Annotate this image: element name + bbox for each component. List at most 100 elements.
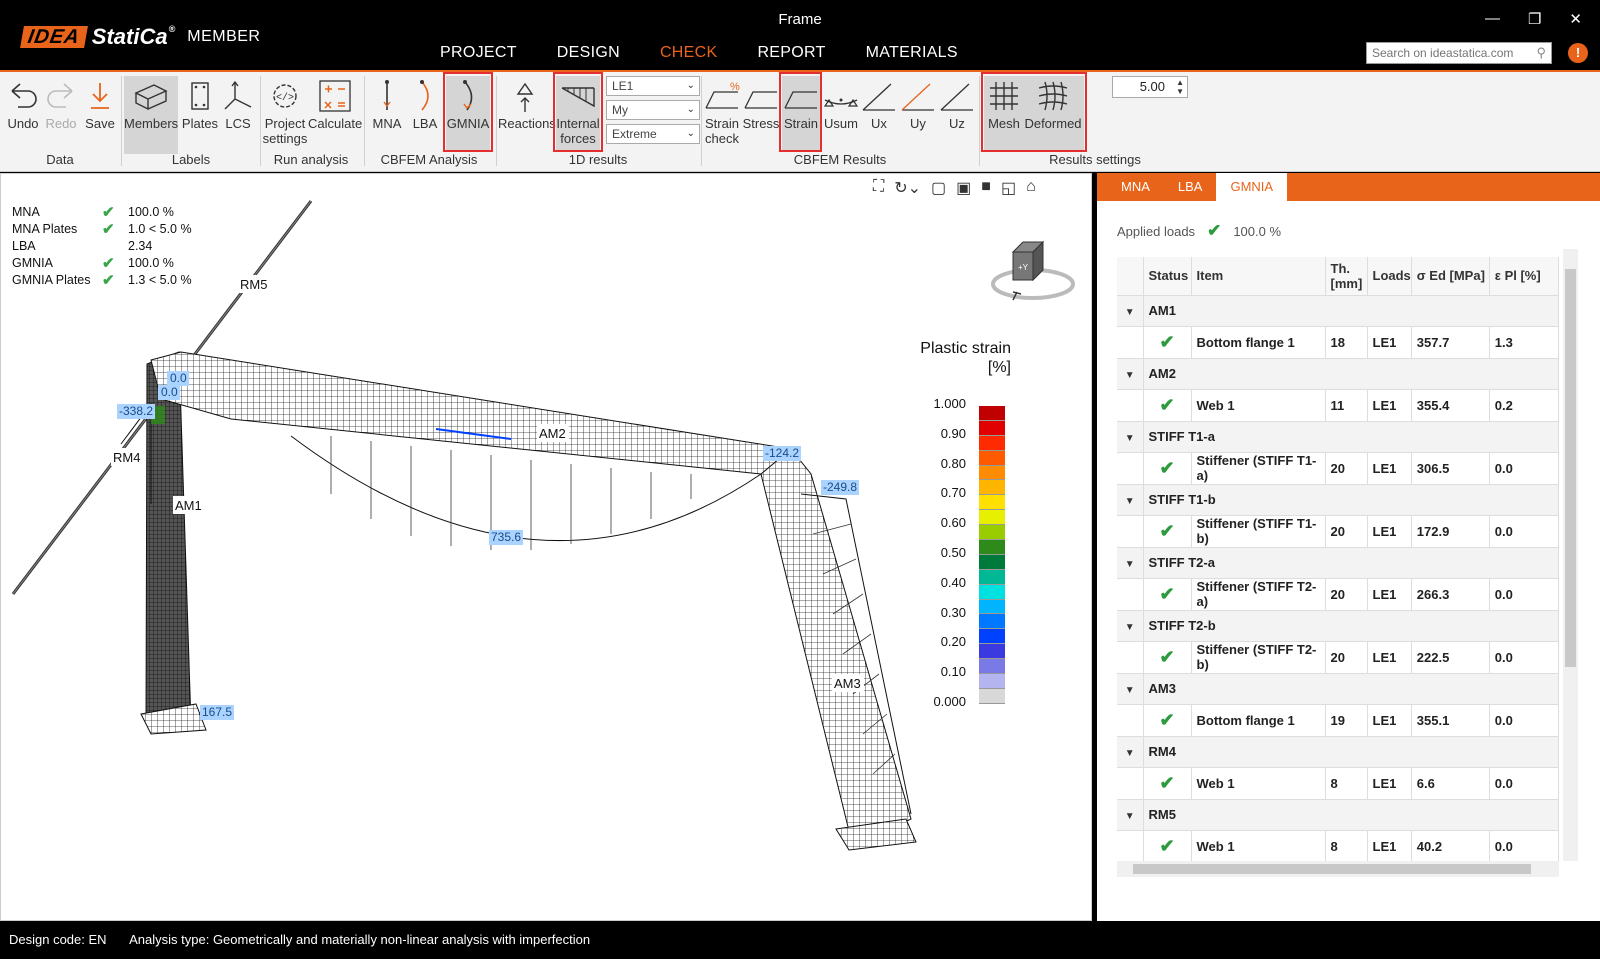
col-thickness[interactable]: Th. [mm] (1325, 257, 1368, 296)
home-view-icon[interactable]: ⌂ (1026, 178, 1036, 198)
uz-icon (940, 83, 973, 111)
table-group-row[interactable]: ▼ AM2 (1117, 358, 1559, 390)
table-row[interactable]: ✔ Stiffener (STIFF T1-b) 20 LE1 172.9 0.0 (1117, 515, 1559, 548)
cell-thickness: 20 (1325, 515, 1368, 548)
cell-item: Stiffener (STIFF T1-a) (1191, 452, 1326, 485)
mna-button[interactable]: MNA (368, 76, 406, 156)
extreme-select[interactable]: Extreme ⌄ (606, 124, 700, 144)
scrollbar-thumb[interactable] (1565, 269, 1576, 667)
table-row[interactable]: ✔ Bottom flange 1 19 LE1 355.1 0.0 (1117, 704, 1559, 737)
table-group-row[interactable]: ▼ STIFF T2-a (1117, 547, 1559, 579)
cell-stress: 306.5 (1411, 452, 1490, 485)
close-button[interactable]: ✕ (1569, 10, 1582, 28)
expand-toggle[interactable]: ▼ (1117, 736, 1144, 768)
legend-tick-label: 0.80 (940, 455, 966, 471)
table-group-row[interactable]: ▼ AM3 (1117, 673, 1559, 705)
solid-view-icon[interactable]: ■ (981, 178, 991, 198)
tab-mna[interactable]: MNA (1107, 173, 1164, 201)
expand-toggle[interactable]: ▼ (1117, 547, 1144, 579)
view-cube-icon[interactable]: +Y (991, 234, 1075, 304)
chevron-down-icon: ⌄ (686, 128, 695, 139)
wireframe-view-icon[interactable]: ▢ (931, 178, 946, 198)
table-row[interactable]: ✔ Web 1 11 LE1 355.4 0.2 (1117, 389, 1559, 422)
table-group-row[interactable]: ▼ STIFF T1-b (1117, 484, 1559, 516)
menu-report[interactable]: REPORT (737, 38, 845, 73)
search-input[interactable] (1367, 43, 1527, 63)
cell-item: Stiffener (STIFF T1-b) (1191, 515, 1326, 548)
group-name: STIFF T2-a (1143, 547, 1559, 579)
col-plastic-strain[interactable]: ε Pl [%] (1489, 257, 1559, 296)
window-controls: — ❐ ✕ (1485, 10, 1582, 28)
col-stress[interactable]: σ Ed [MPa] (1411, 257, 1490, 296)
stress-button[interactable]: Stress (742, 76, 780, 156)
rotate-view-icon[interactable]: ↻⌄ (894, 178, 921, 198)
menu-check[interactable]: CHECK (639, 38, 738, 73)
calculate-button[interactable]: Calculate (308, 76, 362, 156)
table-group-row[interactable]: ▼ RM5 (1117, 799, 1559, 831)
usum-button[interactable]: Usum (822, 76, 860, 156)
table-group-row[interactable]: ▼ AM1 (1117, 295, 1559, 327)
project-settings-button[interactable]: </> Project settings (262, 76, 308, 156)
lba-button[interactable]: LBA (406, 76, 444, 156)
lcs-button[interactable]: LCS (220, 76, 256, 156)
expand-toggle[interactable]: ▼ (1117, 799, 1144, 831)
navigation-cube[interactable]: +Y (991, 234, 1075, 307)
uz-button[interactable]: Uz (939, 76, 975, 156)
menu-materials[interactable]: MATERIALS (846, 38, 978, 73)
table-row[interactable]: ✔ Bottom flange 1 18 LE1 357.7 1.3 (1117, 326, 1559, 359)
menu-project[interactable]: PROJECT (420, 38, 537, 73)
expand-toggle[interactable]: ▼ (1117, 673, 1144, 705)
undo-button[interactable]: Undo (4, 76, 42, 156)
maximize-button[interactable]: ❐ (1528, 10, 1541, 28)
search-icon[interactable]: ⚲ (1536, 45, 1546, 61)
table-row[interactable]: ✔ Stiffener (STIFF T2-b) 20 LE1 222.5 0.0 (1117, 641, 1559, 674)
strain-check-button[interactable]: % Strain check (703, 76, 741, 156)
main-menu: PROJECT DESIGN CHECK REPORT MATERIALS (420, 38, 978, 73)
3d-viewport[interactable]: RM5 RM4 AM1 AM2 AM3 0.0 0.0 -338.2 -124.… (0, 173, 1092, 921)
check-icon: ✔ (102, 204, 115, 221)
tab-gmnia[interactable]: GMNIA (1216, 173, 1288, 201)
expand-toggle[interactable]: ▼ (1117, 610, 1144, 642)
plates-button[interactable]: Plates (180, 76, 220, 156)
tab-lba[interactable]: LBA (1164, 173, 1217, 201)
col-loads[interactable]: Loads (1367, 257, 1412, 296)
expand-toggle[interactable]: ▼ (1117, 295, 1144, 327)
force-component-select[interactable]: My ⌄ (606, 100, 700, 120)
table-group-row[interactable]: ▼ RM4 (1117, 736, 1559, 768)
expand-toggle[interactable]: ▼ (1117, 421, 1144, 453)
uy-icon (901, 83, 934, 111)
scrollbar-thumb[interactable] (1133, 864, 1531, 874)
vertical-scrollbar[interactable] (1563, 249, 1578, 861)
expand-toggle[interactable]: ▼ (1117, 358, 1144, 390)
table-row[interactable]: ✔ Stiffener (STIFF T2-a) 20 LE1 266.3 0.0 (1117, 578, 1559, 611)
ux-button[interactable]: Ux (861, 76, 897, 156)
table-row[interactable]: ✔ Stiffener (STIFF T1-a) 20 LE1 306.5 0.0 (1117, 452, 1559, 485)
table-group-row[interactable]: ▼ STIFF T2-b (1117, 610, 1559, 642)
members-button[interactable]: Members (124, 76, 178, 154)
fit-view-icon[interactable]: ⛶ (873, 178, 884, 198)
legend-tick-label: 0.000 (933, 694, 966, 709)
cell-item: Web 1 (1191, 767, 1326, 800)
redo-button[interactable]: Redo (42, 76, 80, 156)
save-button[interactable]: Save (81, 76, 119, 156)
check-icon: ✔ (102, 221, 115, 238)
section-view-icon[interactable]: ◱ (1001, 178, 1016, 198)
usum-icon (823, 98, 859, 107)
reactions-button[interactable]: Reactions (498, 76, 556, 156)
table-group-row[interactable]: ▼ STIFF T1-a (1117, 421, 1559, 453)
col-item[interactable]: Item (1191, 257, 1326, 296)
menu-design[interactable]: DESIGN (537, 38, 640, 73)
cell-stress: 172.9 (1411, 515, 1490, 548)
loadcase-select[interactable]: LE1 ⌄ (606, 76, 700, 96)
legend-tick-label: 0.60 (940, 515, 966, 531)
deformation-scale-spinner[interactable]: 5.00 ▲ ▼ (1112, 76, 1188, 98)
col-status[interactable]: Status (1143, 257, 1192, 296)
transparent-view-icon[interactable]: ▣ (956, 178, 971, 198)
expand-toggle[interactable]: ▼ (1117, 484, 1144, 516)
minimize-button[interactable]: — (1485, 10, 1500, 28)
help-icon[interactable]: ! (1568, 43, 1588, 63)
uy-button[interactable]: Uy (900, 76, 936, 156)
table-row[interactable]: ✔ Web 1 8 LE1 40.2 0.0 (1117, 830, 1559, 863)
table-row[interactable]: ✔ Web 1 8 LE1 6.6 0.0 (1117, 767, 1559, 800)
horizontal-scrollbar[interactable] (1117, 861, 1559, 877)
